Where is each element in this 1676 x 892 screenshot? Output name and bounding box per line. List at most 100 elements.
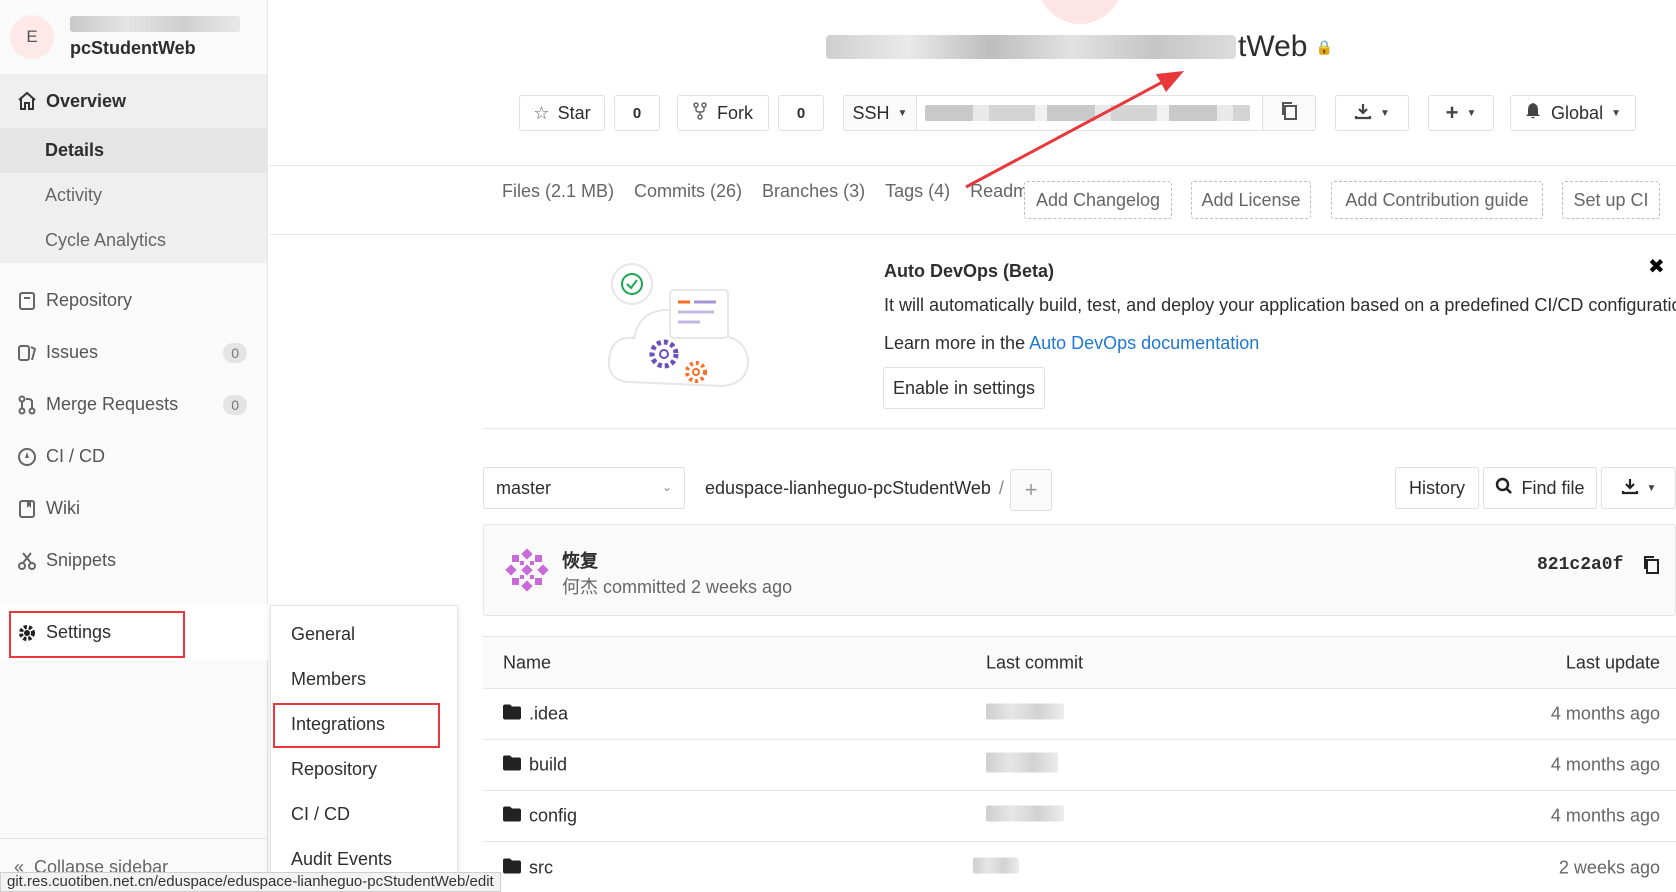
- last-update-time: 4 months ago: [1550, 754, 1660, 775]
- auto-devops-title: Auto DevOps (Beta): [884, 261, 1055, 281]
- star-button[interactable]: ☆ Star: [519, 95, 605, 131]
- star-icon: ☆: [533, 102, 550, 123]
- last-update-time: 4 months ago: [1550, 805, 1660, 826]
- star-count[interactable]: 0: [614, 95, 660, 131]
- branch-dropdown[interactable]: master ⌄: [483, 467, 685, 509]
- commit-sha-label[interactable]: 821c2a0f: [1537, 555, 1623, 575]
- settings-menu-cicd[interactable]: CI / CD: [271, 792, 457, 837]
- clone-url-input[interactable]: [916, 95, 1264, 131]
- scissors-icon: [16, 550, 38, 572]
- bell-icon: [1525, 102, 1541, 125]
- sidebar-item-merge-requests[interactable]: Merge Requests 0: [0, 377, 267, 432]
- chevron-down-icon: ⌄: [661, 480, 672, 494]
- file-tree-table: Name Last commit Last update .idea 4 mon…: [483, 636, 1676, 892]
- browser-status-bar: git.res.cuotiben.net.cn/eduspace/eduspac…: [0, 872, 501, 892]
- folder-icon: [503, 704, 521, 725]
- add-changelog-button[interactable]: Add Changelog: [1024, 181, 1172, 219]
- add-to-tree-button[interactable]: +: [1010, 469, 1052, 511]
- commit-title-link[interactable]: 恢复: [562, 547, 598, 573]
- commit-author-link[interactable]: 何杰: [562, 577, 598, 597]
- caret-down-icon: ▼: [1611, 107, 1621, 119]
- caret-down-icon: ▼: [1466, 107, 1477, 119]
- breadcrumb: eduspace-lianheguo-pcStudentWeb /: [705, 478, 1004, 499]
- add-license-button[interactable]: Add License: [1191, 181, 1311, 219]
- project-avatar[interactable]: E: [10, 15, 54, 59]
- download-source-dropdown[interactable]: ▼: [1601, 467, 1676, 509]
- last-update-time: 4 months ago: [1550, 703, 1660, 724]
- auto-devops-description: It will automatically build, test, and d…: [884, 295, 1676, 315]
- close-icon[interactable]: ✖: [1648, 254, 1665, 279]
- notification-dropdown[interactable]: Global ▼: [1510, 95, 1636, 131]
- commit-author-avatar[interactable]: [504, 547, 550, 593]
- breadcrumb-separator: /: [998, 478, 1004, 498]
- setup-ci-button[interactable]: Set up CI: [1562, 181, 1660, 219]
- table-row[interactable]: .idea 4 months ago: [483, 689, 1676, 740]
- sidebar-item-label: Settings: [46, 622, 112, 642]
- file-name-link[interactable]: build: [529, 755, 567, 776]
- new-item-dropdown[interactable]: + ▼: [1428, 95, 1494, 131]
- file-name-link[interactable]: src: [529, 857, 553, 878]
- sidebar-item-overview[interactable]: Overview: [0, 74, 267, 128]
- add-contribution-guide-button[interactable]: Add Contribution guide: [1331, 181, 1543, 219]
- table-row[interactable]: build 4 months ago: [483, 740, 1676, 791]
- fork-label: Fork: [717, 102, 753, 123]
- settings-menu-general[interactable]: General: [271, 612, 457, 657]
- enable-in-settings-button[interactable]: Enable in settings: [883, 367, 1045, 409]
- rocket-icon: [16, 446, 38, 468]
- overview-group: Overview Details Activity Cycle Analytic…: [0, 74, 267, 263]
- copy-url-button[interactable]: [1262, 95, 1316, 131]
- sidebar-item-cicd[interactable]: CI / CD: [0, 429, 267, 484]
- auto-devops-learn-more: Learn more in the Auto DevOps documentat…: [884, 333, 1259, 354]
- project-header[interactable]: E pcStudentWeb: [0, 0, 267, 74]
- learn-more-prefix: Learn more in the: [884, 333, 1030, 353]
- sidebar-item-issues[interactable]: Issues 0: [0, 325, 267, 380]
- divider: [270, 234, 1676, 235]
- clone-protocol-dropdown[interactable]: SSH ▼: [843, 95, 917, 131]
- plus-icon: +: [1024, 477, 1038, 502]
- search-icon: [1495, 477, 1513, 500]
- sidebar-item-label: Issues: [46, 342, 99, 362]
- sidebar-item-label: Snippets: [46, 550, 117, 570]
- sidebar-item-snippets[interactable]: Snippets: [0, 533, 267, 588]
- folder-icon: [503, 806, 521, 827]
- history-button[interactable]: History: [1395, 467, 1479, 509]
- redacted-commit-message: [986, 703, 1064, 720]
- project-name[interactable]: pcStudentWeb: [70, 38, 240, 59]
- file-name-link[interactable]: config: [529, 806, 577, 827]
- table-row[interactable]: src 2 weeks ago: [483, 842, 1676, 892]
- project-title: tWeb 🔒: [826, 30, 1333, 64]
- settings-menu-repository[interactable]: Repository: [271, 747, 457, 792]
- sidebar-item-wiki[interactable]: Wiki: [0, 481, 267, 536]
- sidebar-subitem-details[interactable]: Details: [0, 128, 267, 173]
- home-icon: [16, 90, 38, 112]
- settings-flyout-menu: General Members Integrations Repository …: [270, 605, 458, 892]
- notification-label: Global: [1551, 102, 1604, 123]
- redacted-commit-message: [973, 857, 1019, 873]
- copy-sha-icon[interactable]: [1642, 555, 1660, 580]
- table-row[interactable]: config 4 months ago: [483, 791, 1676, 842]
- find-file-button[interactable]: Find file: [1483, 467, 1597, 509]
- download-dropdown[interactable]: ▼: [1335, 95, 1409, 131]
- stat-branches[interactable]: Branches (3): [762, 181, 865, 202]
- gear-icon: [16, 622, 38, 644]
- stat-tags[interactable]: Tags (4): [885, 181, 950, 202]
- settings-menu-members[interactable]: Members: [271, 657, 457, 702]
- stat-files[interactable]: Files (2.1 MB): [502, 181, 614, 202]
- settings-menu-integrations[interactable]: Integrations: [271, 702, 457, 747]
- sidebar-subitem-cycle-analytics[interactable]: Cycle Analytics: [0, 218, 267, 263]
- project-title-text: tWeb: [1238, 30, 1308, 63]
- fork-button[interactable]: Fork: [677, 95, 769, 131]
- column-header-name: Name: [503, 652, 552, 672]
- file-name-link[interactable]: .idea: [529, 704, 568, 725]
- sidebar-subitem-activity[interactable]: Activity: [0, 173, 267, 218]
- lock-icon: 🔒: [1315, 38, 1333, 55]
- auto-devops-docs-link[interactable]: Auto DevOps documentation: [1029, 333, 1259, 353]
- stat-commits[interactable]: Commits (26): [634, 181, 742, 202]
- find-file-label: Find file: [1521, 477, 1585, 498]
- sidebar-item-settings[interactable]: Settings: [0, 605, 268, 660]
- divider: [270, 165, 1676, 166]
- sidebar-item-repository[interactable]: Repository: [0, 273, 267, 328]
- fork-count[interactable]: 0: [778, 95, 824, 131]
- folder-icon: [503, 857, 521, 878]
- breadcrumb-project-link[interactable]: eduspace-lianheguo-pcStudentWeb: [705, 478, 991, 498]
